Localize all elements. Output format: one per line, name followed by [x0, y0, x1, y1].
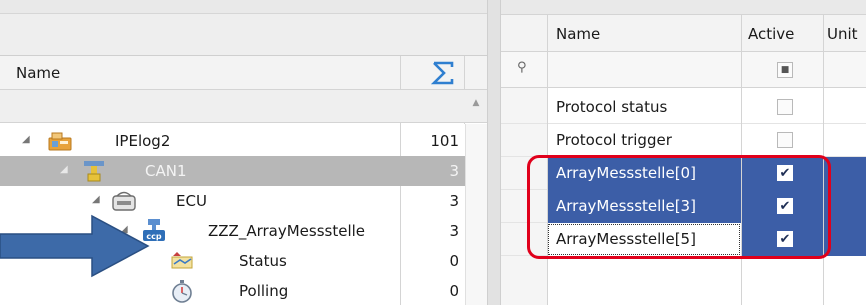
pin-icon[interactable]: ⚲: [517, 60, 527, 75]
tree-scrollbar[interactable]: [465, 124, 487, 305]
collapse-arrow-icon[interactable]: ◢: [60, 164, 68, 175]
sum-column-header[interactable]: [422, 56, 464, 90]
signal-name: Protocol status: [556, 98, 668, 116]
grid-filter-row[interactable]: ⚲ ■: [501, 52, 866, 88]
tree-filter-row[interactable]: [0, 90, 487, 123]
active-checkbox[interactable]: [777, 132, 793, 148]
grid-active-column-header[interactable]: Active: [748, 25, 794, 43]
tree-node-count: 3: [449, 222, 459, 240]
tree-node-label: ZZZ_ArrayMessstelle: [208, 222, 366, 240]
sum-icon: [431, 61, 454, 85]
tree-node-label: Polling: [239, 282, 289, 300]
tree-node-count: 0: [449, 252, 459, 270]
grid-topbar: [501, 0, 866, 14]
tree-node-polling[interactable]: Polling 0: [0, 276, 465, 305]
grid-column-header: Name Active Unit: [501, 14, 866, 52]
can-bus-icon: [84, 161, 104, 182]
tree-node-count: 3: [449, 162, 459, 180]
active-checkbox[interactable]: [777, 99, 793, 115]
collapse-arrow-icon[interactable]: ◢: [92, 194, 100, 205]
tree-node-ecu[interactable]: ◢ ECU 3: [0, 186, 465, 216]
highlight-annotation-box: [527, 155, 831, 259]
tree-node-label: CAN1: [145, 162, 187, 180]
tree-panel-groupbar: [0, 14, 487, 56]
scroll-up-arrow-icon[interactable]: ▲: [465, 98, 487, 116]
tree-node-label: Status: [239, 252, 287, 270]
tree-node-ipelog2[interactable]: ◢ IPElog2 101: [0, 126, 465, 156]
collapse-arrow-icon[interactable]: ◢: [22, 134, 30, 145]
panel-splitter[interactable]: [487, 0, 501, 305]
tree-node-label: IPElog2: [115, 132, 171, 150]
tree-name-column-header[interactable]: Name: [16, 64, 60, 82]
grid-row-protocol-trigger[interactable]: Protocol trigger: [501, 124, 866, 157]
ecu-icon: [112, 191, 136, 211]
tree-node-can1[interactable]: ◢ CAN1 3: [0, 156, 465, 186]
tree-column-header[interactable]: Name: [0, 56, 487, 90]
tree-node-label: ECU: [176, 192, 207, 210]
tree-node-count: 0: [449, 282, 459, 300]
annotation-arrow-icon: [0, 214, 150, 278]
filter-active-checkbox[interactable]: ■: [777, 62, 793, 78]
status-icon: [171, 252, 193, 269]
tree-node-count: 101: [430, 132, 459, 150]
tree-panel-topbar: [0, 0, 487, 14]
tree-node-count: 3: [449, 192, 459, 210]
grid-unit-column-header[interactable]: Unit: [827, 25, 858, 43]
signal-grid-panel: Name Active Unit ⚲ ■ Protocol status Pro…: [501, 0, 866, 305]
stopwatch-icon: [172, 280, 192, 303]
grid-name-column-header[interactable]: Name: [556, 25, 600, 43]
logger-device-icon: [48, 132, 72, 151]
signal-name: Protocol trigger: [556, 131, 672, 149]
grid-row-protocol-status[interactable]: Protocol status: [501, 91, 866, 124]
